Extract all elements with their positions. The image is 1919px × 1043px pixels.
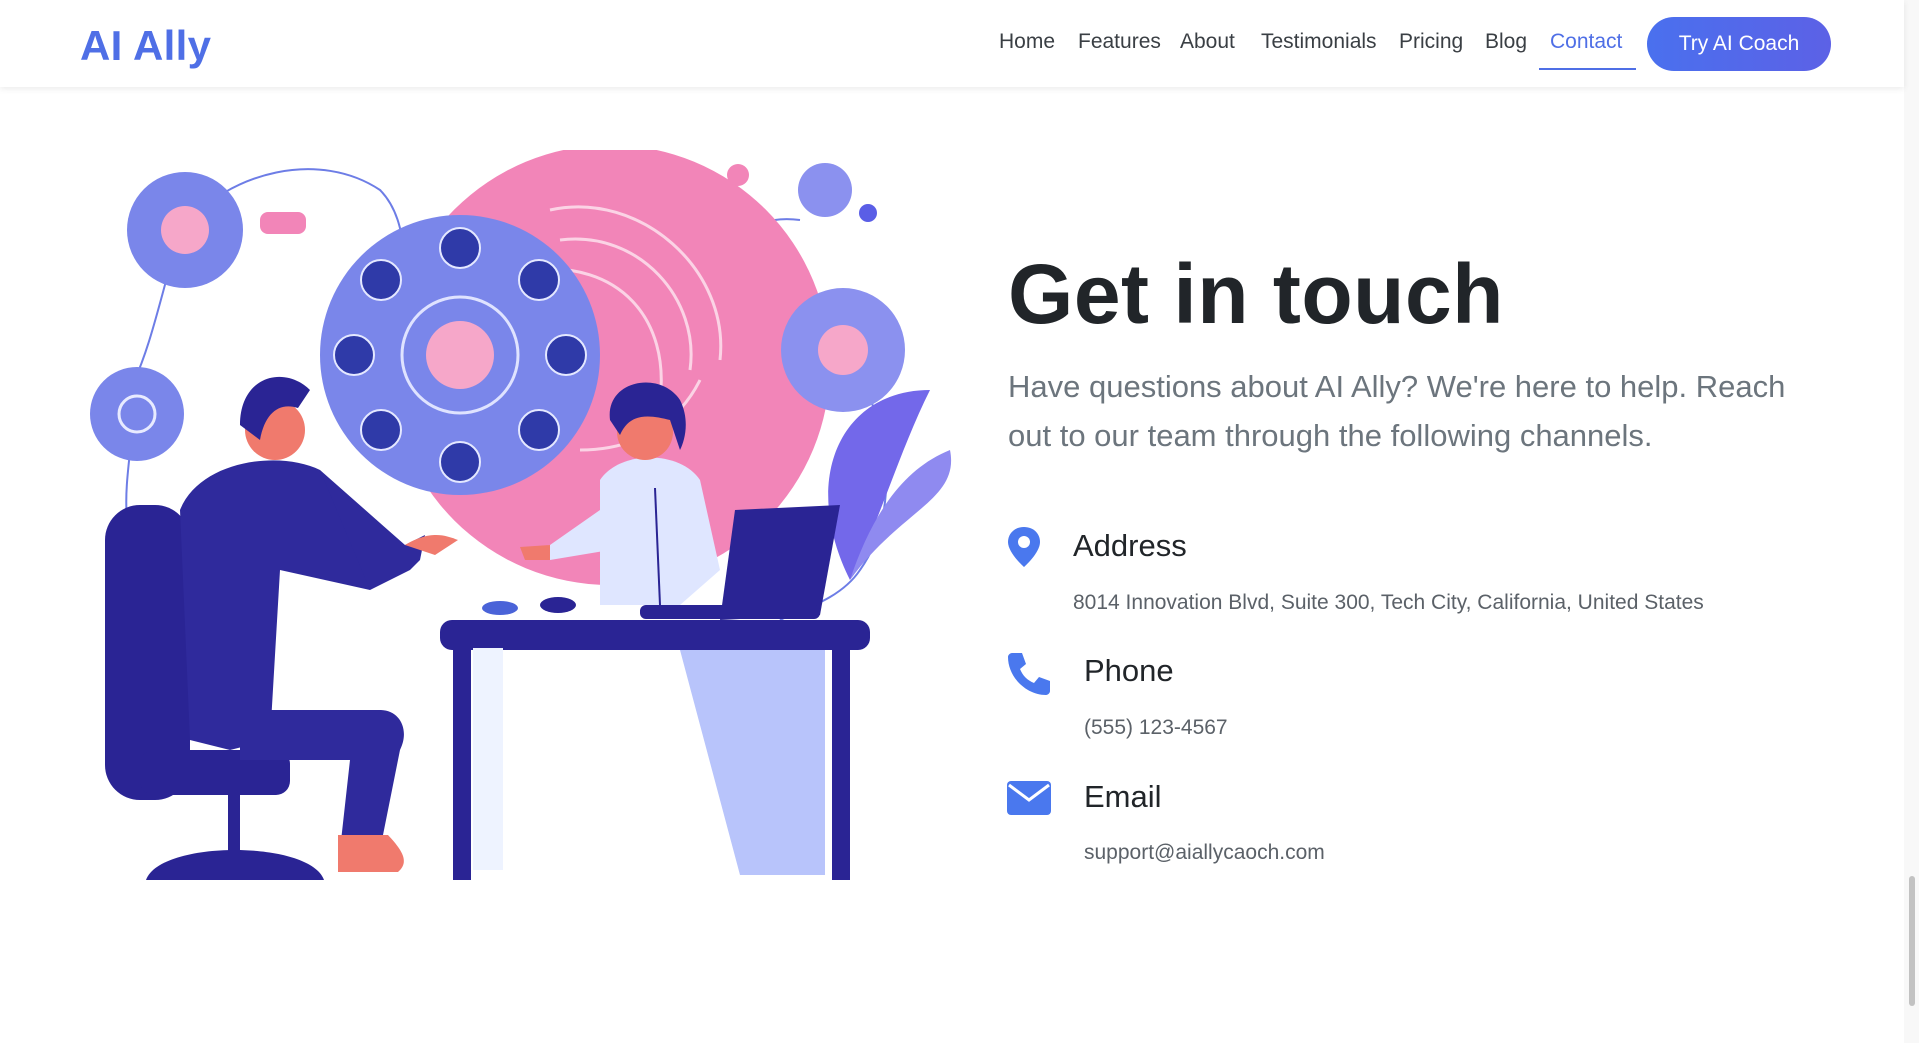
nav-contact[interactable]: Contact <box>1550 30 1622 54</box>
nav-testimonials[interactable]: Testimonials <box>1261 30 1377 54</box>
active-nav-indicator <box>1539 68 1636 70</box>
nav-pricing[interactable]: Pricing <box>1399 30 1463 54</box>
page-heading: Get in touch <box>1008 247 1504 341</box>
email-value[interactable]: support@aiallycaoch.com <box>1084 841 1325 865</box>
page-scrollbar[interactable] <box>1904 0 1919 1043</box>
nav-about[interactable]: About <box>1180 30 1235 54</box>
address-title: Address <box>1073 528 1187 563</box>
phone-icon <box>1008 653 1050 695</box>
phone-title: Phone <box>1084 653 1174 688</box>
brand-logo[interactable]: AI Ally <box>80 22 211 70</box>
site-header: AI Ally Home Features About Testimonials… <box>0 0 1904 87</box>
nav-home[interactable]: Home <box>999 30 1055 54</box>
nav-blog[interactable]: Blog <box>1485 30 1527 54</box>
envelope-icon <box>1007 781 1051 815</box>
nav-features[interactable]: Features <box>1078 30 1161 54</box>
scrollbar-thumb[interactable] <box>1909 876 1915 1006</box>
try-ai-coach-button[interactable]: Try AI Coach <box>1647 17 1831 71</box>
email-title: Email <box>1084 779 1162 814</box>
address-value: 8014 Innovation Blvd, Suite 300, Tech Ci… <box>1073 591 1704 614</box>
contact-illustration <box>90 150 952 880</box>
page-lead-text: Have questions about AI Ally? We're here… <box>1008 369 1786 453</box>
map-pin-icon <box>1008 527 1040 567</box>
phone-value[interactable]: (555) 123-4567 <box>1084 716 1228 740</box>
